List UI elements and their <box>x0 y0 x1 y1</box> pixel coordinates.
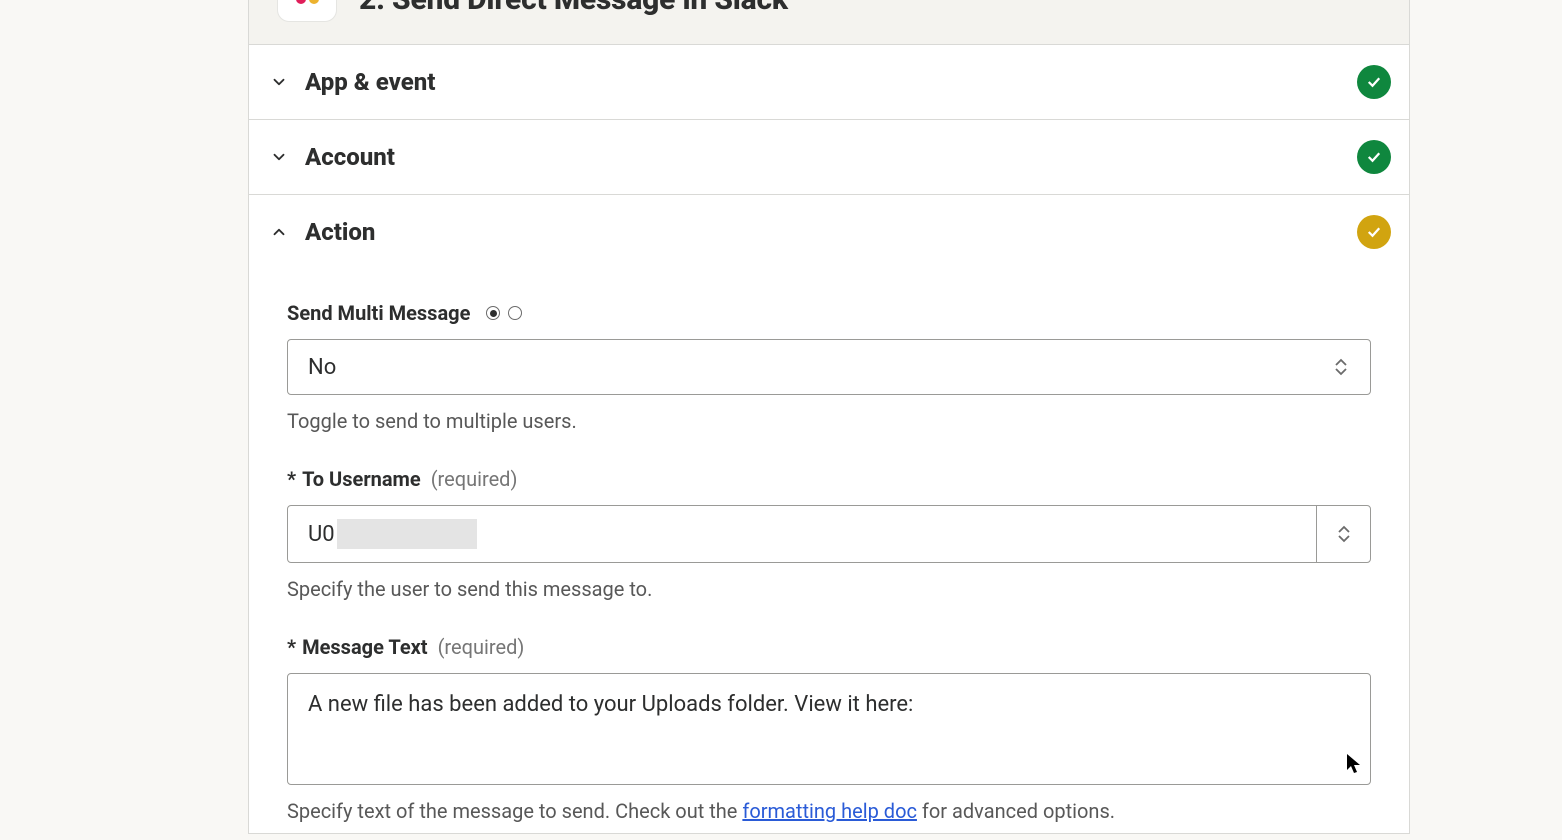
section-account[interactable]: Account <box>249 120 1409 195</box>
section-action[interactable]: Action <box>249 195 1409 281</box>
section-label-account: Account <box>305 143 1343 171</box>
radio-option-1[interactable] <box>486 306 500 320</box>
username-prefix: U0 <box>308 522 335 547</box>
redacted-block <box>337 519 477 549</box>
chevron-up-icon <box>267 220 291 244</box>
input-to-username[interactable]: U0 <box>287 505 1371 563</box>
help-to-username: Specify the user to send this message to… <box>287 577 1371 601</box>
status-complete-icon <box>1357 140 1391 174</box>
select-chevron-icon <box>1335 525 1353 543</box>
textarea-message-text[interactable]: A new file has been added to your Upload… <box>287 673 1371 785</box>
field-to-username: * To Username (required) U0 Specify the … <box>287 467 1371 601</box>
message-text-value: A new file has been added to your Upload… <box>308 692 913 717</box>
radio-option-2[interactable] <box>508 306 522 320</box>
select-value: No <box>308 355 336 380</box>
section-label-app-event: App & event <box>305 68 1343 96</box>
section-app-event[interactable]: App & event <box>249 45 1409 120</box>
input-value[interactable]: U0 <box>288 506 1316 562</box>
input-dropdown-button[interactable] <box>1316 506 1370 562</box>
chevron-down-icon <box>267 70 291 94</box>
help-send-multi: Toggle to send to multiple users. <box>287 409 1371 433</box>
field-label-to-username: To Username <box>302 467 421 491</box>
required-asterisk: * <box>287 467 296 491</box>
section-label-action: Action <box>305 218 1343 246</box>
action-body: Send Multi Message No Toggle to send to … <box>249 281 1409 823</box>
field-label-message-text: Message Text <box>302 635 427 659</box>
step-panel: 2. Send Direct Message in Slack App & ev… <box>248 0 1410 834</box>
formatting-help-link[interactable]: formatting help doc <box>742 799 917 823</box>
help-pre: Specify text of the message to send. Che… <box>287 799 742 823</box>
chevron-down-icon <box>267 145 291 169</box>
step-header: 2. Send Direct Message in Slack <box>249 0 1409 45</box>
select-chevron-icon <box>1332 358 1350 376</box>
field-send-multi: Send Multi Message No Toggle to send to … <box>287 301 1371 433</box>
status-complete-icon <box>1357 65 1391 99</box>
help-message-text: Specify text of the message to send. Che… <box>287 799 1371 823</box>
required-text: (required) <box>438 635 525 659</box>
status-partial-icon <box>1357 215 1391 249</box>
field-label-row: * Message Text (required) <box>287 635 1371 659</box>
step-title: 2. Send Direct Message in Slack <box>359 0 788 17</box>
required-text: (required) <box>431 467 518 491</box>
help-post: for advanced options. <box>917 799 1115 823</box>
required-asterisk: * <box>287 635 296 659</box>
slack-app-icon <box>277 0 337 22</box>
field-message-text: * Message Text (required) A new file has… <box>287 635 1371 823</box>
field-label-row: * To Username (required) <box>287 467 1371 491</box>
field-label-send-multi: Send Multi Message <box>287 301 470 325</box>
radio-group-send-multi <box>486 306 522 320</box>
slack-logo-icon <box>296 0 319 4</box>
field-label-row: Send Multi Message <box>287 301 1371 325</box>
select-send-multi[interactable]: No <box>287 339 1371 395</box>
